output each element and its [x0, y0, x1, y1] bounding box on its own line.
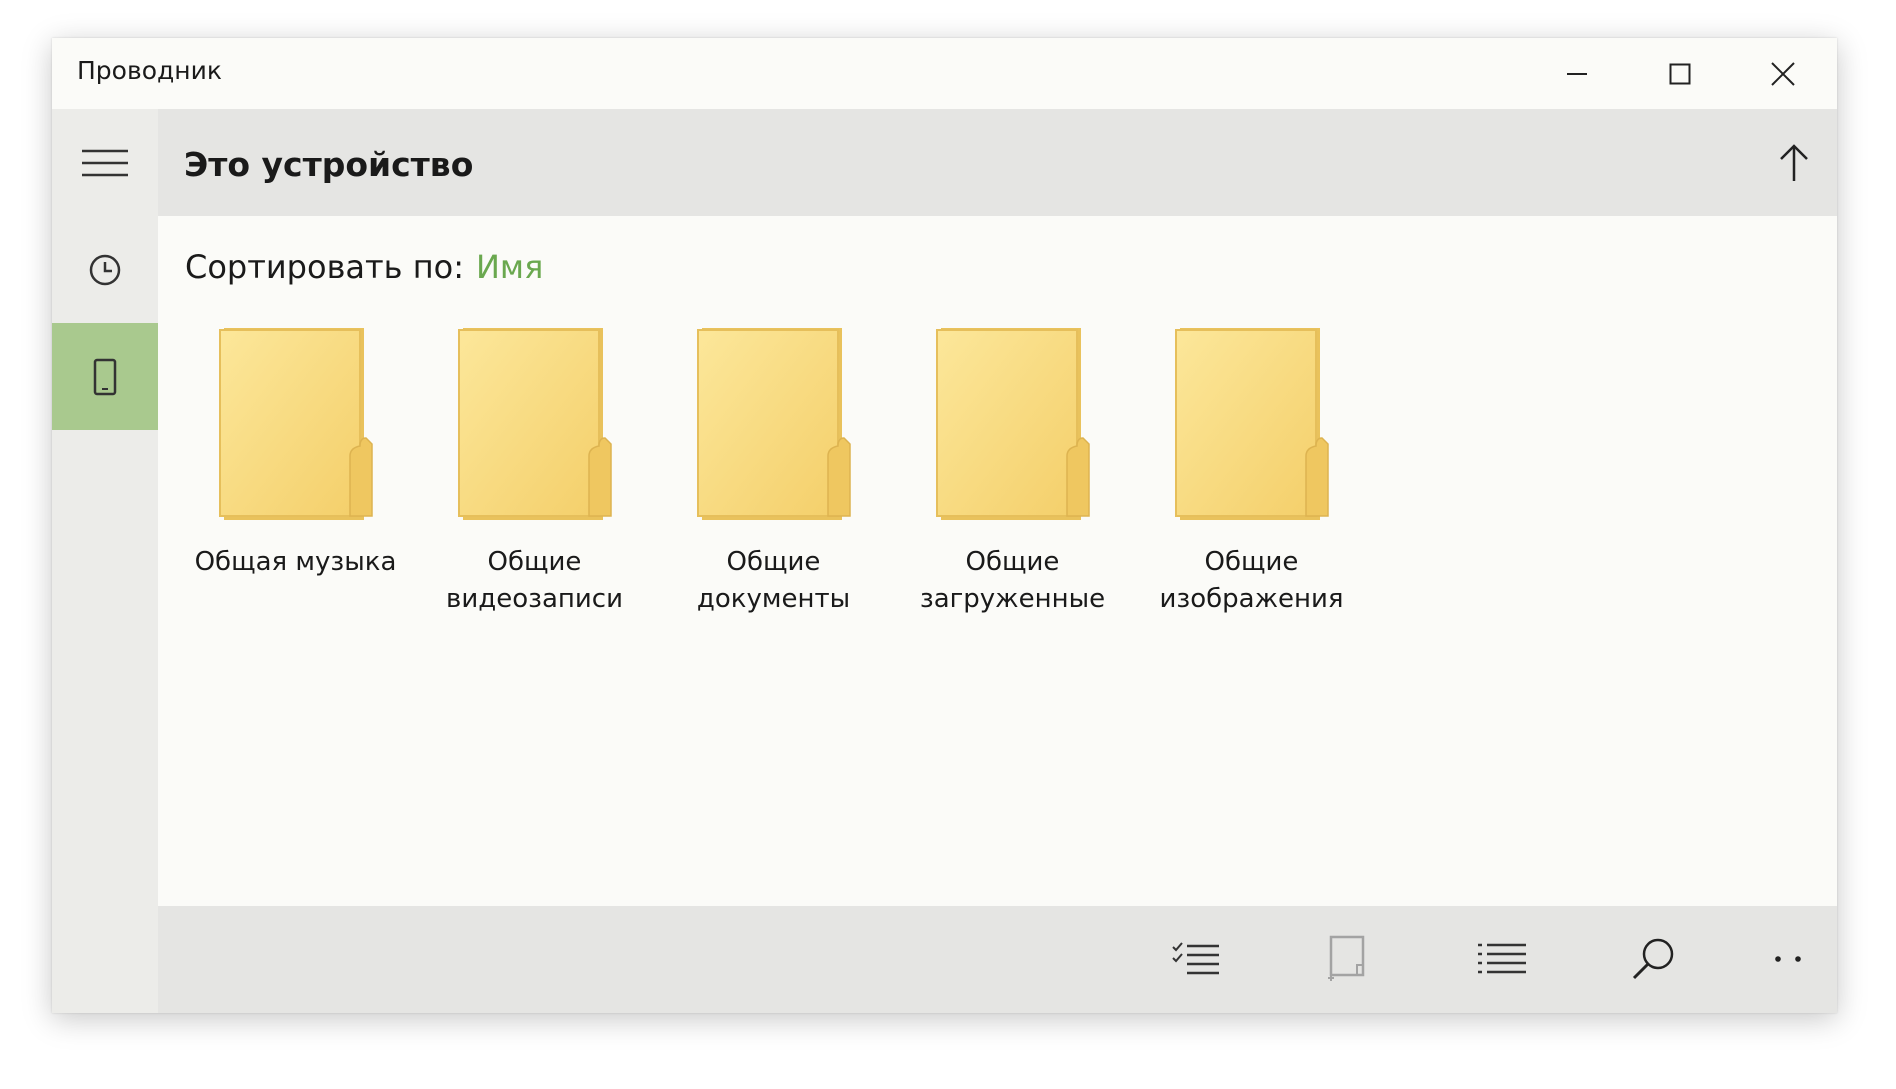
window-title: Проводник	[77, 56, 222, 85]
sort-label: Сортировать по:	[185, 248, 464, 286]
sort-value-dropdown[interactable]: Имя	[476, 248, 543, 286]
more-options-button[interactable]	[1748, 926, 1828, 992]
search-icon	[1632, 938, 1674, 980]
folder-item[interactable]: Общие документы	[654, 326, 893, 618]
folder-item[interactable]: Общая музыка	[176, 326, 415, 618]
title-bar: Проводник	[52, 38, 1837, 109]
arrow-up-icon	[1779, 143, 1808, 181]
phone-icon	[93, 358, 117, 395]
folder-icon	[457, 328, 612, 520]
minimize-icon	[1566, 72, 1587, 75]
folder-icon	[1174, 328, 1329, 520]
new-folder-icon	[1328, 935, 1365, 981]
sort-control: Сортировать по: Имя	[185, 248, 543, 286]
select-button[interactable]	[1156, 926, 1236, 992]
folder-label: Общая музыка	[194, 547, 397, 577]
folder-item[interactable]: Общие изображения	[1132, 326, 1371, 618]
clock-icon	[89, 254, 121, 285]
navigation-sidebar	[52, 109, 158, 1013]
search-button[interactable]	[1613, 926, 1693, 992]
select-list-icon	[1172, 942, 1219, 975]
folder-grid: Общая музыка Общие видеозаписи Общие док…	[176, 326, 1371, 618]
location-header: Это устройство	[158, 109, 1837, 216]
list-view-icon	[1478, 943, 1526, 974]
hamburger-menu-button[interactable]	[52, 109, 158, 216]
hamburger-menu-icon	[82, 149, 128, 176]
folder-label: Общие видеозаписи	[446, 547, 623, 614]
folder-label: Общие изображения	[1159, 547, 1344, 614]
file-explorer-window: Проводник Это устройство Сортировать по:…	[52, 38, 1837, 1013]
page-title: Это устройство	[184, 145, 474, 184]
folder-content-area: Сортировать по: Имя Общая музыка Общие в…	[158, 216, 1837, 906]
minimize-button[interactable]	[1525, 38, 1628, 109]
folder-icon	[935, 328, 1090, 520]
folder-item[interactable]: Общие видеозаписи	[415, 326, 654, 618]
close-button[interactable]	[1731, 38, 1834, 109]
more-icon	[1775, 956, 1801, 962]
sidebar-item-recent[interactable]	[52, 216, 158, 323]
up-button[interactable]	[1760, 129, 1827, 196]
bottom-toolbar	[158, 906, 1837, 1013]
new-folder-button[interactable]	[1306, 926, 1386, 992]
folder-icon	[218, 328, 373, 520]
list-view-button[interactable]	[1462, 926, 1542, 992]
folder-icon	[696, 328, 851, 520]
close-icon	[1770, 61, 1795, 86]
folder-label: Общие загруженные	[919, 547, 1106, 614]
maximize-button[interactable]	[1628, 38, 1731, 109]
folder-item[interactable]: Общие загруженные	[893, 326, 1132, 618]
folder-label: Общие документы	[696, 547, 851, 614]
sidebar-item-this-device[interactable]	[52, 323, 158, 430]
maximize-icon	[1669, 63, 1690, 84]
